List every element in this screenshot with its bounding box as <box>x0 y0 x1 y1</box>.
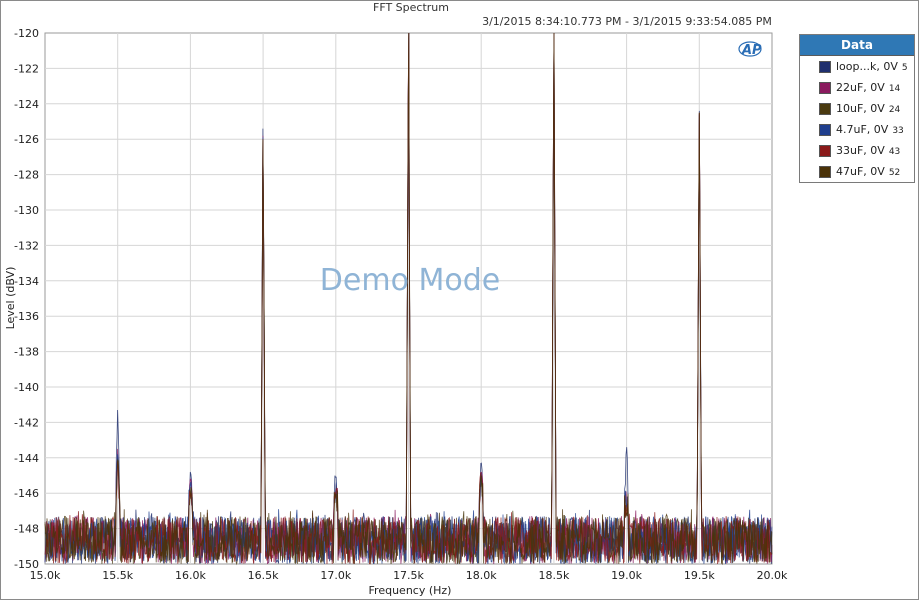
y-tick-label: -142 <box>14 416 39 429</box>
x-tick-label: 17.5k <box>393 569 424 582</box>
y-tick-label: -148 <box>14 523 39 536</box>
y-tick-label: -120 <box>14 27 39 40</box>
legend-index: 43 <box>888 147 901 157</box>
legend-swatch <box>819 81 831 94</box>
y-axis-label: Level (dBV) <box>4 267 17 330</box>
legend-index: 33 <box>892 126 904 136</box>
legend-label: 47uF, 0V <box>836 165 885 178</box>
y-tick-label: -122 <box>14 62 39 75</box>
legend-swatch <box>819 165 831 178</box>
chart-title: FFT Spectrum <box>373 1 449 14</box>
legend-item-1[interactable]: loop...k, 0V 5 <box>800 56 914 77</box>
fft-chart: FFT Spectrum 3/1/2015 8:34:10.773 PM - 3… <box>4 1 788 597</box>
legend-label: 33uF, 0V <box>836 144 885 157</box>
legend-label: 4.7uF, 0V <box>836 123 889 136</box>
legend-swatch <box>819 123 831 136</box>
x-tick-label: 18.5k <box>538 569 569 582</box>
x-tick-label: 16.5k <box>248 569 279 582</box>
y-tick-label: -140 <box>14 381 39 394</box>
x-tick-label: 15.0k <box>30 569 61 582</box>
x-axis-label: Frequency (Hz) <box>369 584 452 597</box>
y-tick-label: -128 <box>14 169 39 182</box>
y-tick-label: -126 <box>14 133 39 146</box>
chart-subtitle: 3/1/2015 8:34:10.773 PM - 3/1/2015 9:33:… <box>482 15 772 28</box>
legend-swatch <box>819 102 831 115</box>
legend-list: loop...k, 0V 5 22uF, 0V 14 10uF, 0V 24 4.7uF, … <box>800 56 914 182</box>
x-tick-label: 17.0k <box>320 569 351 582</box>
x-tick-label: 19.5k <box>684 569 715 582</box>
legend-label: 10uF, 0V <box>836 102 885 115</box>
legend-swatch <box>819 144 831 157</box>
legend-swatch <box>819 60 831 73</box>
x-tick-label: 16.0k <box>175 569 206 582</box>
legend-title[interactable]: Data <box>800 35 914 56</box>
legend-index: 24 <box>888 105 901 115</box>
svg-text:AP: AP <box>741 43 762 58</box>
x-tick-label: 18.0k <box>466 569 497 582</box>
y-tick-label: -124 <box>14 98 39 111</box>
legend-label: 22uF, 0V <box>836 81 885 94</box>
legend: Data loop...k, 0V 5 22uF, 0V 14 10uF, 0V 24 4.… <box>799 34 915 183</box>
legend-label: loop...k, 0V <box>836 60 898 73</box>
legend-index: 5 <box>901 63 908 73</box>
y-tick-label: -136 <box>14 310 39 323</box>
x-tick-label: 19.0k <box>611 569 642 582</box>
legend-item-2[interactable]: 22uF, 0V 14 <box>800 77 914 98</box>
y-tick-label: -144 <box>14 452 39 465</box>
x-tick-label: 20.0k <box>757 569 788 582</box>
y-tick-labels: -150-148-146-144-142-140-138-136-134-132… <box>14 27 39 571</box>
y-tick-label: -132 <box>14 239 39 252</box>
x-tick-labels: 15.0k 15.5k 16.0k 16.5k 17.0k 17.5k 18.0k 18.5k… <box>30 569 788 582</box>
ap-logo-icon: AP <box>738 41 762 58</box>
watermark: Demo Mode <box>320 263 500 298</box>
y-tick-label: -146 <box>14 487 39 500</box>
legend-item-4[interactable]: 4.7uF, 0V 33 <box>800 119 914 140</box>
legend-index: 14 <box>888 84 901 94</box>
legend-item-6[interactable]: 47uF, 0V 52 <box>800 161 914 182</box>
y-tick-label: -138 <box>14 346 39 359</box>
y-tick-label: -130 <box>14 204 39 217</box>
legend-item-3[interactable]: 10uF, 0V 24 <box>800 98 914 119</box>
x-tick-label: 15.5k <box>102 569 133 582</box>
y-tick-label: -134 <box>14 275 39 288</box>
legend-item-5[interactable]: 33uF, 0V 43 <box>800 140 914 161</box>
legend-index: 52 <box>888 168 901 178</box>
